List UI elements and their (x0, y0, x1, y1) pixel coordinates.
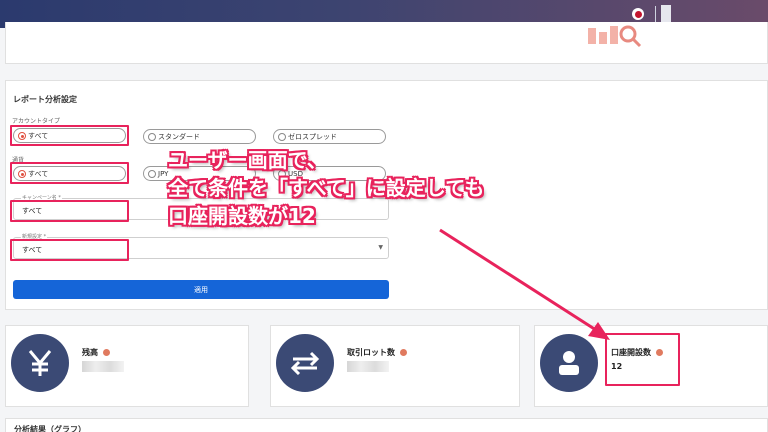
annotation-line-3: 口座開設数が12 (168, 204, 316, 228)
annotation-line-2: 全て条件を「すべて」に設定しても (168, 176, 485, 200)
annotation-line-1: ユーザー画面で、 (168, 148, 327, 172)
annotation-callout: ユーザー画面で、 全て条件を「すべて」に設定しても 口座開設数が12 (168, 146, 484, 230)
